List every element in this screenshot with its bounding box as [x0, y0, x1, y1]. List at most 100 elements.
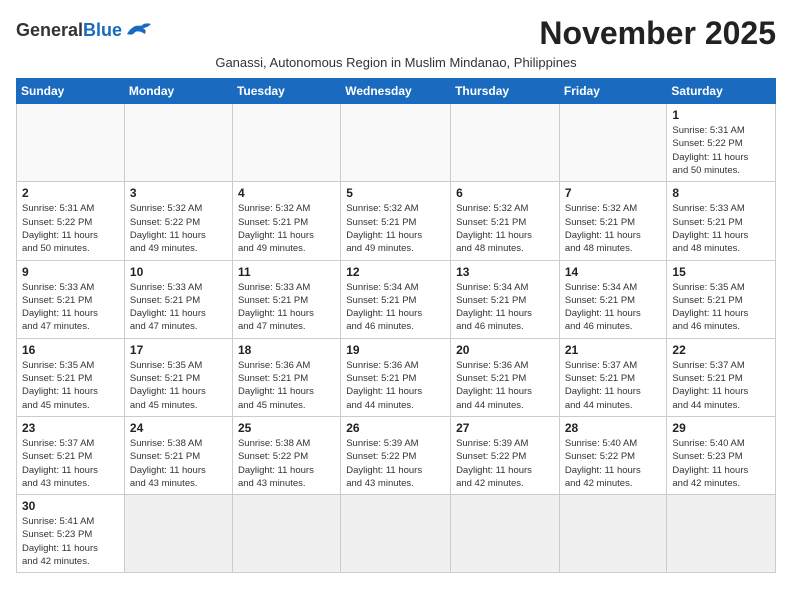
calendar-cell: 28Sunrise: 5:40 AM Sunset: 5:22 PM Dayli… — [559, 416, 667, 494]
calendar-cell — [232, 495, 340, 573]
calendar-cell: 27 Sunrise: 5:39 AM Sunset: 5:22 PM Dayli… — [451, 416, 560, 494]
day-info: Sunrise: 5:35 AM Sunset: 5:21 PM Dayligh… — [22, 359, 119, 412]
day-info: Sunrise: 5:34 AM Sunset: 5:21 PM Dayligh… — [456, 281, 554, 334]
day-number: 7 — [565, 186, 662, 200]
day-number: 16 — [22, 343, 119, 357]
calendar-cell: 12 Sunrise: 5:34 AM Sunset: 5:21 PM Dayli… — [341, 260, 451, 338]
day-number: 14 — [565, 265, 662, 279]
calendar-cell: 13Sunrise: 5:34 AM Sunset: 5:21 PM Dayli… — [451, 260, 560, 338]
day-number: 19 — [346, 343, 445, 357]
day-info: Sunrise: 5:32 AM Sunset: 5:21 PM Dayligh… — [346, 202, 445, 255]
calendar-cell — [17, 104, 125, 182]
calendar-cell — [341, 495, 451, 573]
day-info: Sunrise: 5:40 AM Sunset: 5:23 PM Dayligh… — [672, 437, 770, 490]
calendar-cell: 18 Sunrise: 5:36 AM Sunset: 5:21 PM Dayli… — [232, 338, 340, 416]
calendar-cell: 30Sunrise: 5:41 AM Sunset: 5:23 PM Dayli… — [17, 495, 125, 573]
day-info: Sunrise: 5:34 AM Sunset: 5:21 PM Dayligh… — [565, 281, 662, 334]
calendar-cell: 1Sunrise: 5:31 AM Sunset: 5:22 PM Daylig… — [667, 104, 776, 182]
day-number: 3 — [130, 186, 227, 200]
logo-blue-text: Blue — [83, 21, 122, 39]
calendar-week-row: 1Sunrise: 5:31 AM Sunset: 5:22 PM Daylig… — [17, 104, 776, 182]
calendar-cell — [124, 104, 232, 182]
day-info: Sunrise: 5:37 AM Sunset: 5:21 PM Dayligh… — [565, 359, 662, 412]
day-info: Sunrise: 5:33 AM Sunset: 5:21 PM Dayligh… — [22, 281, 119, 334]
header: GeneralBlue November 2025 — [16, 16, 776, 51]
day-info: Sunrise: 5:36 AM Sunset: 5:21 PM Dayligh… — [346, 359, 445, 412]
calendar-cell: 2 Sunrise: 5:31 AM Sunset: 5:22 PM Daylig… — [17, 182, 125, 260]
day-info: Sunrise: 5:38 AM Sunset: 5:21 PM Dayligh… — [130, 437, 227, 490]
day-number: 15 — [672, 265, 770, 279]
day-number: 29 — [672, 421, 770, 435]
logo: GeneralBlue — [16, 20, 153, 40]
day-info: Sunrise: 5:36 AM Sunset: 5:21 PM Dayligh… — [456, 359, 554, 412]
col-header-tuesday: Tuesday — [232, 79, 340, 104]
calendar-cell — [559, 104, 667, 182]
subtitle: Ganassi, Autonomous Region in Muslim Min… — [16, 55, 776, 70]
day-number: 24 — [130, 421, 227, 435]
calendar-cell — [341, 104, 451, 182]
logo-bird-icon — [125, 20, 153, 40]
day-number: 28 — [565, 421, 662, 435]
day-number: 2 — [22, 186, 119, 200]
day-info: Sunrise: 5:37 AM Sunset: 5:21 PM Dayligh… — [672, 359, 770, 412]
day-number: 18 — [238, 343, 335, 357]
calendar-cell: 29 Sunrise: 5:40 AM Sunset: 5:23 PM Dayli… — [667, 416, 776, 494]
day-info: Sunrise: 5:35 AM Sunset: 5:21 PM Dayligh… — [672, 281, 770, 334]
day-number: 12 — [346, 265, 445, 279]
calendar-cell: 10 Sunrise: 5:33 AM Sunset: 5:21 PM Dayli… — [124, 260, 232, 338]
calendar-cell — [451, 495, 560, 573]
day-info: Sunrise: 5:38 AM Sunset: 5:22 PM Dayligh… — [238, 437, 335, 490]
day-number: 4 — [238, 186, 335, 200]
day-number: 22 — [672, 343, 770, 357]
col-header-thursday: Thursday — [451, 79, 560, 104]
day-info: Sunrise: 5:36 AM Sunset: 5:21 PM Dayligh… — [238, 359, 335, 412]
calendar-week-row: 2 Sunrise: 5:31 AM Sunset: 5:22 PM Daylig… — [17, 182, 776, 260]
day-info: Sunrise: 5:35 AM Sunset: 5:21 PM Dayligh… — [130, 359, 227, 412]
calendar-week-row: 23 Sunrise: 5:37 AM Sunset: 5:21 PM Dayli… — [17, 416, 776, 494]
day-number: 11 — [238, 265, 335, 279]
col-header-friday: Friday — [559, 79, 667, 104]
calendar-cell: 16 Sunrise: 5:35 AM Sunset: 5:21 PM Dayli… — [17, 338, 125, 416]
calendar-cell: 4 Sunrise: 5:32 AM Sunset: 5:21 PM Daylig… — [232, 182, 340, 260]
day-info: Sunrise: 5:41 AM Sunset: 5:23 PM Dayligh… — [22, 515, 119, 568]
day-number: 6 — [456, 186, 554, 200]
day-number: 17 — [130, 343, 227, 357]
calendar-cell: 3 Sunrise: 5:32 AM Sunset: 5:22 PM Daylig… — [124, 182, 232, 260]
day-info: Sunrise: 5:33 AM Sunset: 5:21 PM Dayligh… — [130, 281, 227, 334]
day-info: Sunrise: 5:39 AM Sunset: 5:22 PM Dayligh… — [456, 437, 554, 490]
calendar-cell — [232, 104, 340, 182]
day-number: 27 — [456, 421, 554, 435]
calendar-week-row: 9Sunrise: 5:33 AM Sunset: 5:21 PM Daylig… — [17, 260, 776, 338]
calendar-cell: 17 Sunrise: 5:35 AM Sunset: 5:21 PM Dayli… — [124, 338, 232, 416]
calendar-cell: 5Sunrise: 5:32 AM Sunset: 5:21 PM Daylig… — [341, 182, 451, 260]
calendar-cell: 6 Sunrise: 5:32 AM Sunset: 5:21 PM Daylig… — [451, 182, 560, 260]
day-number: 10 — [130, 265, 227, 279]
day-info: Sunrise: 5:32 AM Sunset: 5:21 PM Dayligh… — [456, 202, 554, 255]
calendar-cell: 9Sunrise: 5:33 AM Sunset: 5:21 PM Daylig… — [17, 260, 125, 338]
calendar-cell: 20 Sunrise: 5:36 AM Sunset: 5:21 PM Dayli… — [451, 338, 560, 416]
day-info: Sunrise: 5:32 AM Sunset: 5:21 PM Dayligh… — [238, 202, 335, 255]
day-number: 1 — [672, 108, 770, 122]
calendar-cell — [124, 495, 232, 573]
day-number: 21 — [565, 343, 662, 357]
day-info: Sunrise: 5:32 AM Sunset: 5:22 PM Dayligh… — [130, 202, 227, 255]
calendar-cell: 25 Sunrise: 5:38 AM Sunset: 5:22 PM Dayli… — [232, 416, 340, 494]
day-info: Sunrise: 5:39 AM Sunset: 5:22 PM Dayligh… — [346, 437, 445, 490]
day-info: Sunrise: 5:31 AM Sunset: 5:22 PM Dayligh… — [22, 202, 119, 255]
col-header-monday: Monday — [124, 79, 232, 104]
calendar-cell: 8Sunrise: 5:33 AM Sunset: 5:21 PM Daylig… — [667, 182, 776, 260]
day-number: 23 — [22, 421, 119, 435]
calendar-cell: 15 Sunrise: 5:35 AM Sunset: 5:21 PM Dayli… — [667, 260, 776, 338]
day-info: Sunrise: 5:34 AM Sunset: 5:21 PM Dayligh… — [346, 281, 445, 334]
day-info: Sunrise: 5:33 AM Sunset: 5:21 PM Dayligh… — [238, 281, 335, 334]
day-number: 20 — [456, 343, 554, 357]
calendar-cell: 14 Sunrise: 5:34 AM Sunset: 5:21 PM Dayli… — [559, 260, 667, 338]
day-number: 8 — [672, 186, 770, 200]
calendar-cell: 11 Sunrise: 5:33 AM Sunset: 5:21 PM Dayli… — [232, 260, 340, 338]
calendar-cell: 24 Sunrise: 5:38 AM Sunset: 5:21 PM Dayli… — [124, 416, 232, 494]
calendar-cell: 22 Sunrise: 5:37 AM Sunset: 5:21 PM Dayli… — [667, 338, 776, 416]
day-info: Sunrise: 5:37 AM Sunset: 5:21 PM Dayligh… — [22, 437, 119, 490]
calendar-cell: 23 Sunrise: 5:37 AM Sunset: 5:21 PM Dayli… — [17, 416, 125, 494]
calendar-cell: 21 Sunrise: 5:37 AM Sunset: 5:21 PM Dayli… — [559, 338, 667, 416]
day-number: 25 — [238, 421, 335, 435]
